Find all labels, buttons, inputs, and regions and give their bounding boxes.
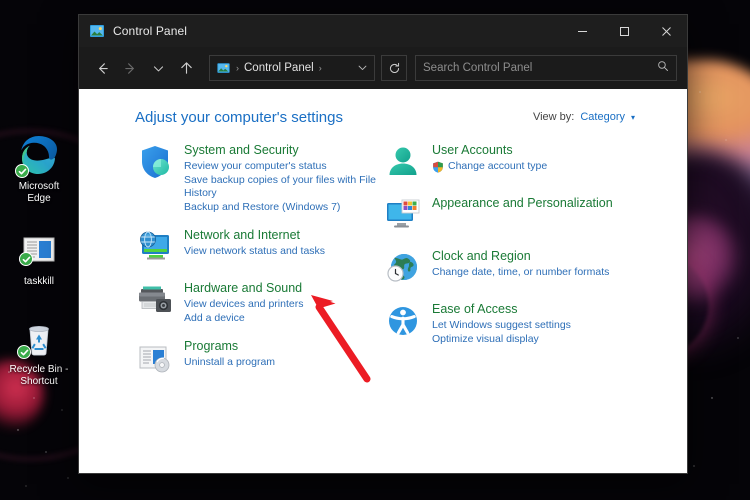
onedrive-sync-badge-icon xyxy=(15,164,29,178)
close-button[interactable] xyxy=(645,15,687,47)
category-link[interactable]: View devices and printers xyxy=(184,298,303,312)
category-system-and-security[interactable]: System and Security Review your computer… xyxy=(135,142,383,214)
microsoft-edge-icon xyxy=(15,133,61,178)
category-text: Appearance and Personalization xyxy=(432,195,613,235)
category-title[interactable]: Ease of Access xyxy=(432,302,571,317)
category-network-and-internet[interactable]: Network and Internet View network status… xyxy=(135,227,383,267)
uac-shield-icon xyxy=(432,161,444,173)
category-text: Hardware and Sound View devices and prin… xyxy=(184,280,303,325)
breadcrumb-control-panel-icon xyxy=(216,61,231,75)
address-dropdown-chevron-down-icon[interactable] xyxy=(351,62,368,75)
breadcrumb-separator: › xyxy=(236,63,239,73)
desktop-icon-taskkill[interactable]: taskkill xyxy=(2,228,76,288)
desktop-icon-label: Microsoft Edge xyxy=(18,181,60,204)
breadcrumb-separator-trailing[interactable]: › xyxy=(319,63,322,73)
category-link[interactable]: Uninstall a program xyxy=(184,356,275,370)
shield-icon xyxy=(135,142,175,182)
category-title[interactable]: Appearance and Personalization xyxy=(432,196,613,211)
category-text: Programs Uninstall a program xyxy=(184,338,275,378)
address-bar[interactable]: › Control Panel › xyxy=(209,55,375,81)
category-user-accounts[interactable]: User Accounts Change account type xyxy=(383,142,633,182)
taskkill-document-icon xyxy=(17,228,61,272)
category-link[interactable]: Add a device xyxy=(184,312,303,326)
network-monitor-icon xyxy=(135,227,175,267)
view-by-control[interactable]: View by: Category ▾ xyxy=(533,111,665,123)
up-button[interactable] xyxy=(173,55,199,81)
category-title[interactable]: Programs xyxy=(184,339,275,354)
recent-locations-chevron-down-icon[interactable] xyxy=(145,55,171,81)
category-title[interactable]: User Accounts xyxy=(432,143,547,158)
category-link[interactable]: Save backup copies of your files with Fi… xyxy=(184,174,380,201)
onedrive-sync-badge-icon xyxy=(19,252,33,266)
category-text: User Accounts Change account type xyxy=(432,142,547,182)
page-title: Adjust your computer's settings xyxy=(135,109,343,126)
category-column-right: User Accounts Change account type Appear… xyxy=(383,142,633,391)
window-title: Control Panel xyxy=(113,24,188,38)
category-hardware-and-sound[interactable]: Hardware and Sound View devices and prin… xyxy=(135,280,383,325)
view-by-label: View by: xyxy=(532,111,575,123)
category-link[interactable]: Change date, time, or number formats xyxy=(432,266,609,280)
maximize-button[interactable] xyxy=(603,15,645,47)
globe-clock-icon xyxy=(383,248,423,288)
desktop-icon-label: taskkill xyxy=(23,276,54,287)
desktop-icon-label: Recycle Bin - Shortcut xyxy=(9,364,69,387)
minimize-button[interactable] xyxy=(561,15,603,47)
content-header: Adjust your computer's settings View by:… xyxy=(135,109,665,126)
accessibility-icon xyxy=(383,301,423,341)
control-panel-content: Adjust your computer's settings View by:… xyxy=(79,89,687,473)
category-column-left: System and Security Review your computer… xyxy=(135,142,383,391)
category-link[interactable]: Review your computer's status xyxy=(184,160,380,174)
category-link-change-account-type[interactable]: Change account type xyxy=(432,160,547,174)
category-link[interactable]: View network status and tasks xyxy=(184,245,325,259)
control-panel-icon xyxy=(89,23,105,39)
view-by-value[interactable]: Category xyxy=(580,111,625,123)
category-link-label: Change account type xyxy=(448,160,548,172)
category-clock-and-region[interactable]: Clock and Region Change date, time, or n… xyxy=(383,248,633,288)
appearance-monitor-icon xyxy=(383,195,423,235)
category-title[interactable]: Network and Internet xyxy=(184,228,325,243)
category-text: Ease of Access Let Windows suggest setti… xyxy=(432,301,571,346)
forward-button[interactable] xyxy=(117,55,143,81)
category-grid: System and Security Review your computer… xyxy=(135,142,665,391)
printer-icon xyxy=(135,280,175,320)
desktop-icon-recycle-bin-shortcut[interactable]: Recycle Bin - Shortcut xyxy=(2,316,76,388)
category-link[interactable]: Optimize visual display xyxy=(432,333,571,347)
category-title[interactable]: Hardware and Sound xyxy=(184,281,303,296)
category-programs[interactable]: Programs Uninstall a program xyxy=(135,338,383,378)
user-icon xyxy=(383,142,423,182)
desktop-icon-microsoft-edge[interactable]: Microsoft Edge xyxy=(2,133,76,205)
refresh-button[interactable] xyxy=(381,55,407,81)
category-link[interactable]: Let Windows suggest settings xyxy=(432,319,571,333)
search-input[interactable] xyxy=(423,62,657,74)
search-icon[interactable] xyxy=(657,59,669,77)
category-title[interactable]: System and Security xyxy=(184,143,380,158)
window-titlebar[interactable]: Control Panel xyxy=(79,15,687,47)
category-appearance-and-personalization[interactable]: Appearance and Personalization xyxy=(383,195,633,235)
category-link[interactable]: Backup and Restore (Windows 7) xyxy=(184,201,380,215)
category-ease-of-access[interactable]: Ease of Access Let Windows suggest setti… xyxy=(383,301,633,346)
breadcrumb-path[interactable]: Control Panel xyxy=(244,62,314,74)
recycle-bin-icon xyxy=(17,316,61,360)
search-box[interactable] xyxy=(415,55,677,81)
category-title[interactable]: Clock and Region xyxy=(432,249,609,264)
category-text: System and Security Review your computer… xyxy=(184,142,380,214)
back-button[interactable] xyxy=(89,55,115,81)
window-controls xyxy=(561,15,687,47)
category-text: Clock and Region Change date, time, or n… xyxy=(432,248,609,288)
control-panel-window: Control Panel › Control Panel › Search C… xyxy=(78,14,688,474)
navigation-toolbar: › Control Panel › xyxy=(79,47,687,89)
programs-disc-icon xyxy=(135,338,175,378)
desktop: Microsoft Edge taskkill Recycle Bin - Sh… xyxy=(0,0,750,500)
onedrive-sync-badge-icon xyxy=(17,345,31,359)
view-by-chevron-down-icon[interactable]: ▾ xyxy=(631,113,635,122)
category-text: Network and Internet View network status… xyxy=(184,227,325,267)
